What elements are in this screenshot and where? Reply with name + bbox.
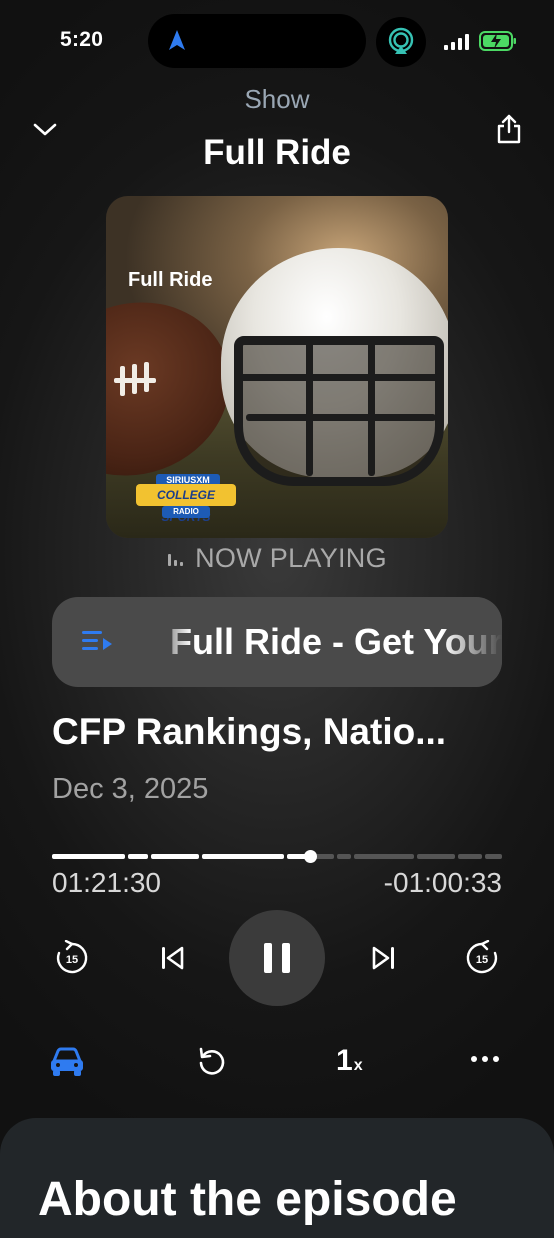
queue-list-icon (82, 631, 112, 650)
artwork-facemask-bar (368, 336, 375, 476)
pause-icon-bar (282, 943, 290, 973)
now-playing-label: NOW PLAYING (195, 543, 387, 573)
artwork-lace (144, 362, 149, 392)
artwork-facemask (234, 336, 444, 486)
artwork-facemask-bar (246, 414, 436, 421)
pause-button[interactable] (229, 910, 325, 1006)
skip-forward-seconds: 15 (476, 954, 488, 966)
chapter-segment (128, 854, 148, 859)
chapter-segment (314, 854, 334, 859)
playback-progress-bar[interactable] (52, 854, 502, 859)
battery-charging-icon (479, 31, 516, 51)
logo-line2: COLLEGE SPORTS (136, 484, 236, 524)
chapter-segment (337, 854, 351, 859)
status-time: 5:20 (60, 28, 104, 51)
chapter-segment (485, 854, 502, 859)
airplay-waves-icon (388, 27, 414, 54)
navigation-arrow-icon (169, 30, 185, 50)
chapter-segment (151, 854, 199, 859)
siriusxm-college-sports-logo: SIRIUSXM COLLEGE SPORTS RADIO (136, 474, 236, 524)
skip-back-seconds: 15 (66, 954, 78, 966)
chapter-segment (354, 854, 414, 859)
progress-scrubber-knob[interactable] (304, 850, 317, 863)
speed-suffix: x (353, 1057, 363, 1074)
replay-icon[interactable] (196, 1046, 228, 1078)
queue-fade-left (152, 597, 192, 687)
skip-back-15-icon[interactable]: 15 (54, 940, 90, 976)
header-kicker: Show (244, 84, 310, 114)
skip-forward-15-icon[interactable]: 15 (464, 940, 500, 976)
car-mode-icon[interactable] (49, 1046, 85, 1078)
chapter-segment (202, 854, 284, 859)
playback-speed-button[interactable]: 1x (336, 1044, 363, 1078)
airplay-audio-icon[interactable] (376, 17, 426, 67)
episode-title: CFP Rankings, Natio... (52, 711, 447, 752)
chapter-segment (417, 854, 455, 859)
cellular-signal-icon (444, 34, 469, 50)
artwork-lace (132, 364, 137, 394)
dynamic-island[interactable] (148, 14, 366, 68)
now-playing-indicator: NOW PLAYING (0, 543, 554, 574)
pause-icon-bar (264, 943, 272, 973)
artwork-facemask-bar (234, 374, 444, 381)
elapsed-time: 01:21:30 (52, 867, 161, 898)
share-icon[interactable] (496, 114, 522, 144)
chapter-segment (52, 854, 125, 859)
page-title: Full Ride (203, 133, 351, 172)
up-next-queue-button[interactable]: Full Ride - Get Your (52, 597, 502, 687)
artwork-facemask-bar (306, 336, 313, 476)
show-artwork: Full Ride SIRIUSXM COLLEGE SPORTS RADIO (106, 196, 448, 538)
equalizer-icon (168, 553, 184, 566)
artwork-lace (120, 366, 125, 396)
artwork-title: Full Ride (128, 269, 213, 291)
previous-track-icon[interactable] (160, 944, 186, 972)
more-options-ellipsis-icon[interactable] (470, 1054, 500, 1064)
chapter-segment (458, 854, 482, 859)
logo-line3: RADIO (162, 506, 210, 518)
speed-value: 1 (336, 1044, 353, 1077)
remaining-time: -01:00:33 (383, 867, 502, 898)
next-track-icon[interactable] (370, 944, 396, 972)
queue-fade-right (442, 597, 502, 687)
episode-date: Dec 3, 2025 (52, 773, 209, 805)
